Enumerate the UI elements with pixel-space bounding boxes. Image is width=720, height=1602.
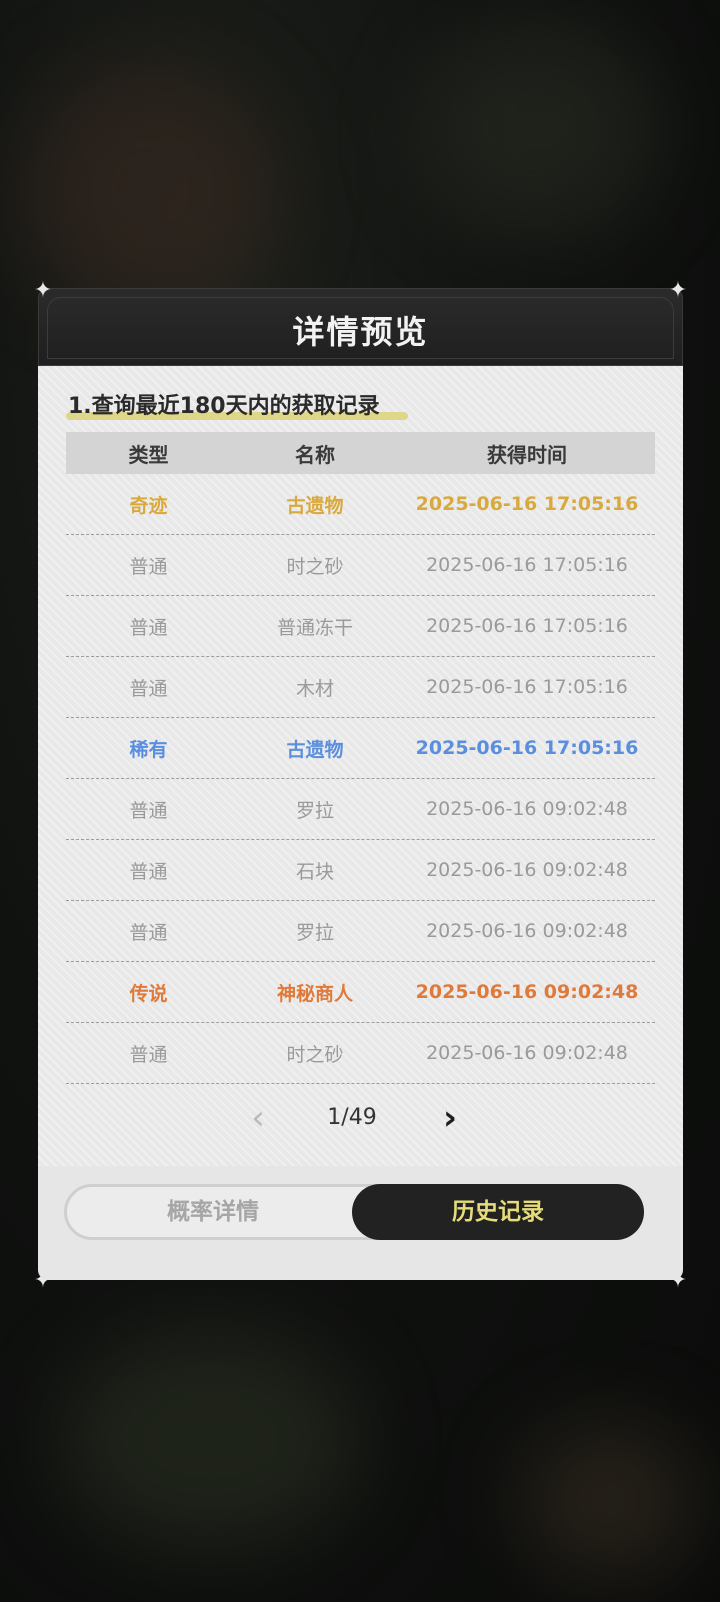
table-row: 普通 石块 2025-06-16 09:02:48 [66, 840, 655, 901]
table-row: 奇迹 古遗物 2025-06-16 17:05:16 [66, 474, 655, 535]
row-name: 石块 [295, 860, 334, 883]
row-type: 普通 [129, 860, 168, 883]
section-title: 1.查询最近180天内的获取记录 [68, 394, 380, 419]
row-name: 时之砂 [286, 555, 344, 578]
corner-ornament-icon: ✦ [668, 278, 688, 303]
table-header: 类型 名称 获得时间 [66, 432, 655, 474]
background-blur [20, 60, 280, 320]
chevron-left-icon[interactable]: ‹ [244, 1098, 272, 1138]
row-type: 普通 [129, 1043, 168, 1066]
row-type: 普通 [129, 799, 168, 822]
row-name: 罗拉 [295, 921, 334, 944]
chevron-right-icon[interactable]: › [436, 1098, 464, 1138]
header-type: 类型 [128, 442, 169, 467]
row-name: 时之砂 [286, 1043, 344, 1066]
row-type: 普通 [129, 555, 168, 578]
row-type: 稀有 [129, 738, 168, 761]
table-row: 普通 罗拉 2025-06-16 09:02:48 [66, 901, 655, 962]
background-blur [60, 1330, 360, 1550]
pagination: ‹ 1/49 › [38, 1098, 683, 1138]
row-type: 普通 [129, 677, 168, 700]
table-row: 普通 木材 2025-06-16 17:05:16 [66, 657, 655, 718]
table-row: 普通 时之砂 2025-06-16 17:05:16 [66, 535, 655, 596]
row-time: 2025-06-16 09:02:48 [426, 798, 628, 820]
tab-switcher: 概率详情 历史记录 [64, 1184, 644, 1240]
row-name: 古遗物 [286, 738, 344, 761]
row-type: 普通 [129, 616, 168, 639]
row-time: 2025-06-16 17:05:16 [426, 554, 628, 576]
corner-ornament-icon: ✦ [33, 278, 53, 303]
row-name: 普通冻干 [276, 616, 353, 639]
row-type: 普通 [129, 921, 168, 944]
background-blur [520, 1420, 700, 1580]
header-name: 名称 [295, 442, 335, 467]
header-time: 获得时间 [487, 442, 567, 467]
table-row: 普通 时之砂 2025-06-16 09:02:48 [66, 1023, 655, 1084]
row-time: 2025-06-16 17:05:16 [415, 737, 639, 759]
background-blur [420, 20, 660, 240]
row-type: 奇迹 [129, 494, 168, 517]
history-panel: 1.查询最近180天内的获取记录 类型 名称 获得时间 奇迹 古遗物 2025-… [38, 366, 683, 1166]
row-time: 2025-06-16 09:02:48 [426, 1042, 628, 1064]
details-preview-modal: 详情预览 ✦ ✦ ✦ ✦ 1.查询最近180天内的获取记录 类型 名称 获得时间… [34, 280, 687, 1292]
row-time: 2025-06-16 17:05:16 [415, 493, 639, 515]
row-name: 神秘商人 [276, 982, 353, 1005]
row-time: 2025-06-16 09:02:48 [415, 981, 639, 1003]
modal-body: 1.查询最近180天内的获取记录 类型 名称 获得时间 奇迹 古遗物 2025-… [38, 366, 683, 1280]
row-time: 2025-06-16 17:05:16 [426, 615, 628, 637]
row-type: 传说 [129, 982, 168, 1005]
row-time: 2025-06-16 17:05:16 [426, 676, 628, 698]
table-row: 稀有 古遗物 2025-06-16 17:05:16 [66, 718, 655, 779]
table-row: 普通 普通冻干 2025-06-16 17:05:16 [66, 596, 655, 657]
table-row: 普通 罗拉 2025-06-16 09:02:48 [66, 779, 655, 840]
modal-title: 详情预览 [292, 313, 429, 351]
table-row: 传说 神秘商人 2025-06-16 09:02:48 [66, 962, 655, 1023]
history-table: 类型 名称 获得时间 奇迹 古遗物 2025-06-16 17:05:16 普通… [66, 432, 655, 1084]
tab-probability-details[interactable]: 概率详情 [67, 1184, 359, 1240]
tab-history[interactable]: 历史记录 [352, 1184, 644, 1240]
modal-header: 详情预览 [38, 288, 683, 366]
page-indicator: 1/49 [327, 1105, 377, 1130]
row-time: 2025-06-16 09:02:48 [426, 859, 628, 881]
row-time: 2025-06-16 09:02:48 [426, 920, 628, 942]
row-name: 罗拉 [295, 799, 334, 822]
row-name: 木材 [295, 677, 334, 700]
row-name: 古遗物 [286, 494, 344, 517]
